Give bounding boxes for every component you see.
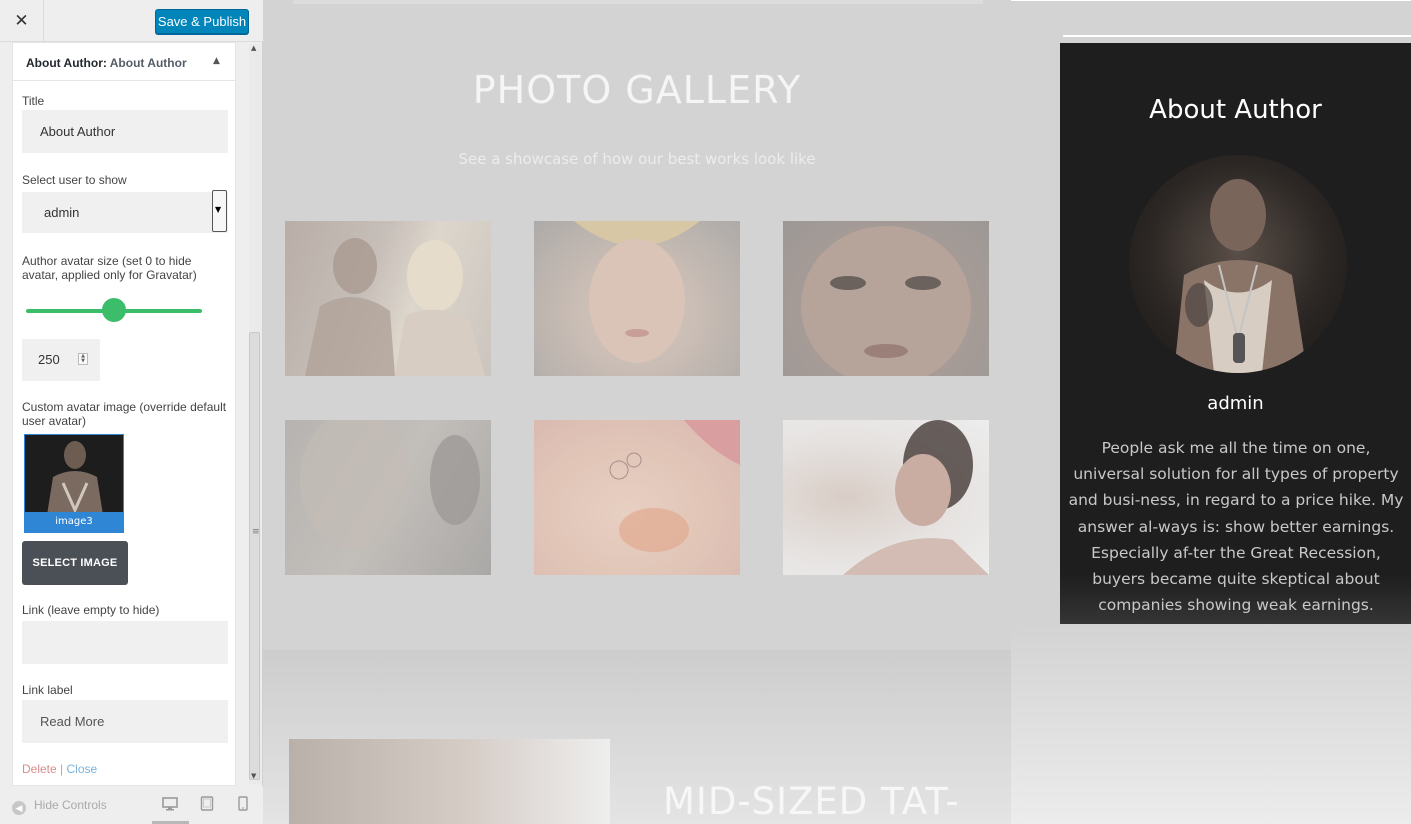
author-widget-heading: About Author bbox=[1149, 95, 1322, 125]
slider-handle[interactable] bbox=[102, 298, 126, 322]
gallery-photo[interactable] bbox=[783, 221, 989, 376]
author-bio: People ask me all the time on one, unive… bbox=[1068, 439, 1404, 615]
widget-title-main: About Author: bbox=[26, 56, 107, 70]
gallery-photo-image bbox=[801, 226, 971, 376]
about-author-widget: About Author admin People ask me all the… bbox=[1060, 43, 1411, 624]
scroll-up-icon[interactable]: ▲ bbox=[251, 44, 256, 52]
widget-panel-header[interactable]: About Author: About Author ▲ bbox=[13, 43, 235, 81]
close-link[interactable]: Close bbox=[67, 762, 98, 776]
gallery-photo[interactable] bbox=[534, 221, 740, 376]
select-image-button[interactable]: SELECT IMAGE bbox=[22, 541, 128, 585]
gallery-photo[interactable] bbox=[783, 420, 989, 575]
site-preview: PHOTO GALLERY See a showcase of how our … bbox=[263, 0, 1411, 824]
author-avatar bbox=[1129, 155, 1347, 373]
author-avatar-image bbox=[1174, 179, 1307, 373]
sidebar-scrollbar[interactable]: ▲ ≡ ▼ bbox=[249, 44, 261, 784]
avatar-thumbnail-image bbox=[25, 435, 123, 515]
mobile-preview-icon[interactable] bbox=[233, 796, 253, 816]
custom-avatar-thumbnail[interactable]: image3 bbox=[24, 434, 124, 533]
title-input[interactable]: About Author bbox=[22, 110, 228, 153]
tablet-preview-icon[interactable] bbox=[197, 796, 217, 816]
dropdown-toggle-button[interactable]: ▼ bbox=[212, 190, 227, 232]
gallery-photo-image bbox=[574, 221, 700, 363]
delete-link[interactable]: Delete bbox=[22, 762, 57, 776]
link-label-label: Link label bbox=[22, 683, 73, 697]
widget-panel: About Author: About Author ▲ Title About… bbox=[12, 42, 236, 786]
section-heading: MID-SIZED TAT- bbox=[663, 780, 960, 823]
sidebar-widget-top bbox=[1011, 0, 1411, 40]
grip-icon: ≡ bbox=[252, 527, 260, 537]
divider bbox=[1063, 35, 1411, 37]
avatar-size-label: Author avatar size (set 0 to hide avatar… bbox=[22, 254, 197, 282]
arrow-left-icon: ◀ bbox=[12, 801, 26, 815]
widget-panel-title: About Author: About Author bbox=[26, 56, 187, 70]
separator: | bbox=[60, 762, 64, 776]
customizer-footer: ◀ Hide Controls bbox=[0, 786, 263, 824]
gallery-photo-image bbox=[843, 420, 989, 575]
gallery-photo[interactable] bbox=[285, 221, 491, 376]
save-publish-button[interactable]: Save & Publish bbox=[155, 9, 249, 34]
gallery-photo[interactable] bbox=[534, 420, 740, 575]
hide-controls-label: Hide Controls bbox=[34, 798, 107, 812]
title-label: Title bbox=[22, 94, 45, 108]
hide-controls-button[interactable]: ◀ Hide Controls bbox=[12, 798, 107, 815]
avatar-caption: image3 bbox=[25, 512, 123, 532]
chevron-down-icon: ▼ bbox=[215, 205, 222, 214]
number-spinner-icon[interactable]: ▲ ▼ bbox=[78, 353, 88, 365]
gallery-photo-image bbox=[305, 238, 485, 376]
widget-title-sub: About Author bbox=[109, 56, 187, 70]
gallery-photo[interactable] bbox=[285, 420, 491, 575]
gallery-photo-image bbox=[300, 420, 480, 550]
gallery-photo-image bbox=[609, 420, 740, 552]
desktop-preview-icon[interactable] bbox=[160, 796, 180, 816]
link-label-input[interactable]: Read More bbox=[22, 700, 228, 743]
gallery-title: PHOTO GALLERY bbox=[472, 68, 802, 112]
scroll-down-icon[interactable]: ▼ bbox=[251, 772, 256, 780]
select-user-dropdown[interactable]: admin bbox=[22, 192, 228, 233]
author-name: admin bbox=[1207, 393, 1264, 414]
custom-avatar-label: Custom avatar image (override default us… bbox=[22, 400, 227, 428]
cropped-text-line bbox=[293, 0, 983, 4]
select-user-label: Select user to show bbox=[22, 173, 127, 187]
scrollbar-thumb[interactable]: ≡ bbox=[249, 332, 260, 780]
gallery-subtitle: See a showcase of how our best works loo… bbox=[458, 150, 816, 168]
widget-actions: Delete | Close bbox=[22, 762, 97, 776]
featured-photo[interactable] bbox=[289, 739, 610, 824]
avatar-size-input[interactable]: 250 bbox=[22, 339, 100, 381]
customizer-header: ✕ Save & Publish bbox=[0, 0, 263, 42]
customizer-sidebar: ✕ Save & Publish About Author: About Aut… bbox=[0, 0, 263, 824]
collapse-arrow-icon[interactable]: ▲ bbox=[213, 56, 220, 66]
preview-right-background bbox=[1011, 624, 1411, 824]
link-label: Link (leave empty to hide) bbox=[22, 603, 160, 617]
close-icon[interactable]: ✕ bbox=[0, 0, 44, 42]
link-input[interactable] bbox=[22, 621, 228, 664]
